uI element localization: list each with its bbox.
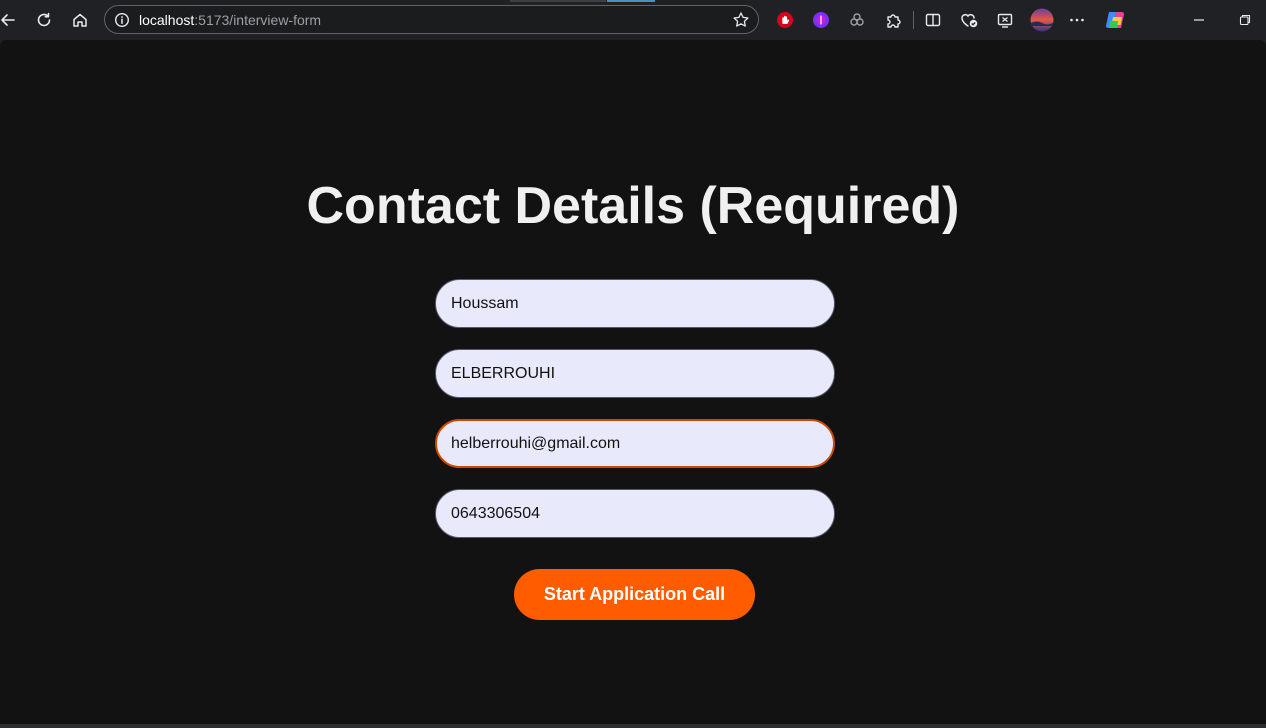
screenshot-icon[interactable] xyxy=(994,9,1016,31)
reload-icon[interactable] xyxy=(32,8,56,32)
page-content: Contact Details (Required) Start Applica… xyxy=(0,40,1266,724)
star-icon[interactable] xyxy=(732,11,750,34)
start-application-call-button[interactable]: Start Application Call xyxy=(514,569,755,620)
first-name-input[interactable] xyxy=(435,279,835,328)
more-options-icon[interactable] xyxy=(1066,9,1088,31)
email-input[interactable] xyxy=(435,419,835,468)
address-bar[interactable]: localhost:5173/interview-form xyxy=(104,5,759,34)
minimize-icon[interactable] xyxy=(1188,9,1210,31)
page-title: Contact Details (Required) xyxy=(306,177,960,235)
tab-strip-active xyxy=(607,0,655,2)
toolbar-divider xyxy=(913,11,914,29)
puzzle-icon[interactable] xyxy=(882,9,904,31)
last-name-input[interactable] xyxy=(435,349,835,398)
profile-avatar-icon[interactable] xyxy=(1030,8,1054,32)
restore-icon[interactable] xyxy=(1234,9,1256,31)
tab-strip-inactive xyxy=(510,0,606,2)
browser-toolbar: localhost:5173/interview-form xyxy=(0,0,1266,40)
url-path: :5173/interview-form xyxy=(194,12,322,28)
link-extension-icon[interactable] xyxy=(846,9,868,31)
url-host: localhost xyxy=(139,12,195,28)
home-icon[interactable] xyxy=(68,8,92,32)
favorites-icon[interactable] xyxy=(958,9,980,31)
split-screen-icon[interactable] xyxy=(922,9,944,31)
adblock-icon[interactable] xyxy=(774,9,796,31)
back-arrow-icon[interactable] xyxy=(0,8,20,32)
info-icon[interactable] xyxy=(114,12,130,33)
copilot-icon[interactable] xyxy=(1104,8,1128,32)
url-text: localhost:5173/interview-form xyxy=(139,13,321,28)
phone-input[interactable] xyxy=(435,489,835,538)
taskbar-edge xyxy=(0,724,1266,728)
purple-extension-icon[interactable] xyxy=(810,9,832,31)
